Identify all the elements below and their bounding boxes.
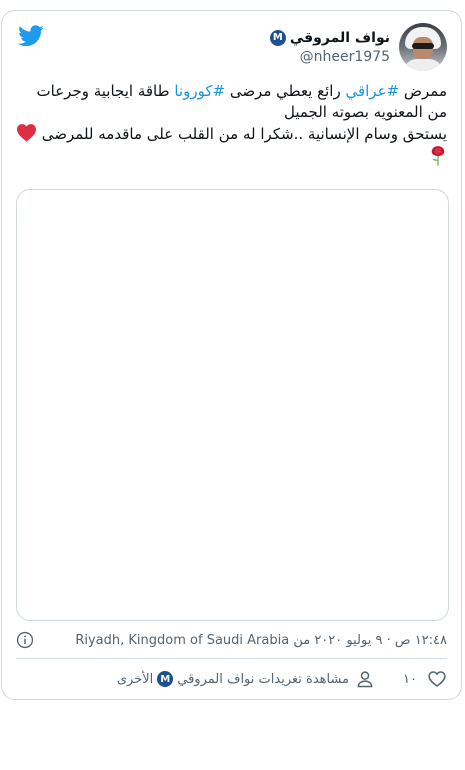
verified-m-icon: M xyxy=(157,671,174,687)
tweet-header: نواف المروقي M @nheer1975 xyxy=(269,23,447,71)
tweet-embed-card[interactable]: نواف المروقي M @nheer1975 ممرض #عراقي را… xyxy=(1,10,462,700)
person-icon xyxy=(357,671,373,688)
heart-outline-icon[interactable] xyxy=(427,669,447,689)
verified-m-icon: M xyxy=(269,29,286,46)
author-name-row[interactable]: نواف المروقي M xyxy=(269,29,390,46)
view-profile-label[interactable]: مشاهدة تغريدات نواف المروقي M الأخرى xyxy=(117,671,349,687)
tweet-text-part: ممرض xyxy=(399,82,447,100)
view-profile-label-suffix: الأخرى xyxy=(116,671,154,687)
media-embed[interactable] xyxy=(16,189,449,621)
hashtag-corona[interactable]: #كورونا xyxy=(174,82,225,100)
avatar[interactable] xyxy=(399,23,447,71)
heart-emoji-icon xyxy=(16,124,36,142)
author-info: نواف المروقي M @nheer1975 xyxy=(269,29,390,65)
like-count: ١٠ xyxy=(403,671,417,687)
hashtag-iraqi[interactable]: #عراقي xyxy=(345,82,399,100)
tweet-actions: ١٠ مشاهدة تغريدات نواف المروقي M الأخرى xyxy=(117,667,447,691)
tweet-text: ممرض #عراقي رائع يعطي مرضى #كورونا طاقة … xyxy=(16,81,447,169)
twitter-bird-icon[interactable] xyxy=(18,25,44,47)
tweet-timestamp[interactable]: ١٢:٤٨ ص · ٩ يوليو ٢٠٢٠ من Riyadh, Kingdo… xyxy=(75,633,447,648)
divider xyxy=(16,658,447,659)
rose-emoji-icon xyxy=(431,146,445,166)
author-display-name[interactable]: نواف المروقي xyxy=(290,30,390,46)
author-handle[interactable]: @nheer1975 xyxy=(300,49,390,65)
like-button[interactable]: ١٠ xyxy=(403,669,447,689)
tweet-text-part: رائع يعطي مرضى xyxy=(225,82,346,100)
view-profile-tweets-link[interactable]: مشاهدة تغريدات نواف المروقي M الأخرى xyxy=(117,669,375,689)
tweet-text-line2: يستحق وسام الإنسانية ..شكرا له من القلب … xyxy=(41,125,447,143)
view-profile-label-text: مشاهدة تغريدات نواف المروقي xyxy=(177,671,350,687)
tweet-meta: ١٢:٤٨ ص · ٩ يوليو ٢٠٢٠ من Riyadh, Kingdo… xyxy=(16,629,447,651)
info-icon[interactable] xyxy=(16,631,34,649)
